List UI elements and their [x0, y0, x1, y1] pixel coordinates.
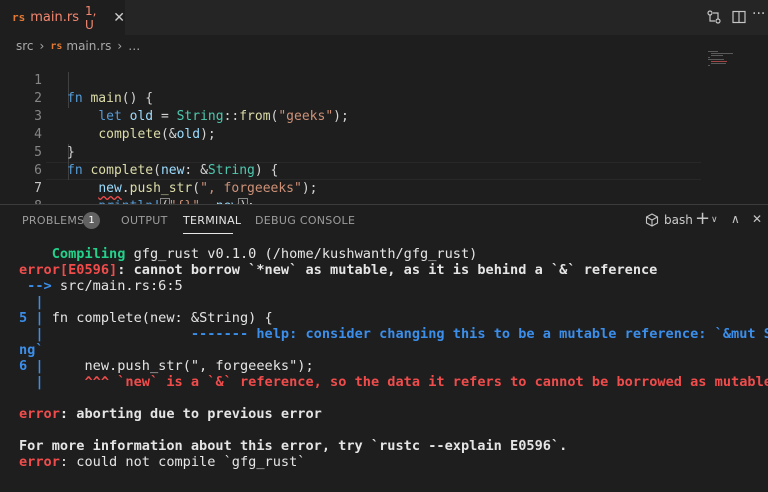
terminal-icon	[645, 213, 659, 227]
chevron-right-icon: ›	[117, 39, 123, 53]
terminal-line: Compiling gfg_rust v0.1.0 (/home/kushwan…	[51, 246, 478, 262]
code-line: 5 fn complete(new: &String) {	[0, 126, 700, 178]
active-tab-indicator	[183, 233, 233, 234]
code-line: 2 let old = String::from("geeks");	[0, 72, 700, 124]
terminal-line: 5 | fn complete(new: &String) {	[19, 310, 273, 326]
terminal-line: error[E0596]: cannot borrow `*new` as mu…	[19, 262, 658, 278]
tab-terminal[interactable]: TERMINAL	[183, 214, 241, 228]
tab-output[interactable]: OUTPUT	[121, 214, 168, 228]
problems-count-badge: 1	[83, 212, 100, 229]
terminal-line: 6 | new.push_str(", forgeeeks");	[19, 358, 314, 374]
breadcrumb-folder[interactable]: src	[16, 39, 34, 53]
terminal-shell-name[interactable]: bash	[664, 213, 693, 227]
breadcrumb-file[interactable]: main.rs	[66, 39, 111, 53]
terminal-line: For more information about this error, t…	[19, 438, 568, 454]
terminal-line: | ^^^ `new` is a `&` reference, so the d…	[19, 374, 768, 390]
terminal-line: ng`	[19, 342, 44, 358]
rust-file-icon: rs	[50, 40, 63, 52]
close-panel-icon[interactable]: ✕	[752, 212, 762, 226]
minimap[interactable]	[705, 50, 745, 70]
maximize-panel-icon[interactable]: ∧	[731, 212, 740, 226]
compare-changes-icon[interactable]	[706, 9, 722, 25]
breadcrumb-symbol[interactable]: …	[128, 39, 140, 53]
code-line: 7 println!("{}", new);	[0, 162, 700, 215]
chevron-right-icon: ›	[39, 39, 45, 53]
tab-problems[interactable]: PROBLEMS	[22, 214, 84, 228]
more-actions-icon[interactable]: ···	[752, 6, 765, 22]
tab-status: 1, U	[84, 3, 97, 32]
code-line: 4 }	[0, 108, 700, 160]
tab-main-rs[interactable]: rs main.rs 1, U ✕	[0, 0, 125, 35]
tab-filename: main.rs	[30, 10, 79, 25]
code-line: 1 fn main() {	[0, 54, 700, 106]
terminal-line: | ------- help: consider changing this t…	[19, 326, 768, 342]
terminal-line: error: could not compile `gfg_rust`	[19, 454, 306, 470]
close-tab-icon[interactable]: ✕	[113, 10, 125, 26]
tab-debug-console[interactable]: DEBUG CONSOLE	[255, 214, 355, 228]
rust-file-icon: rs	[12, 11, 26, 24]
new-terminal-icon[interactable]: +	[695, 208, 710, 229]
code-editor[interactable]: 1 fn main() { 2 let old = String::from("…	[0, 54, 701, 232]
terminal-line: |	[19, 294, 44, 310]
code-line: 8 }	[0, 180, 700, 232]
code-line: 6 new.push_str(", forgeeeks");	[0, 144, 700, 196]
code-line: 3 complete(&old);	[0, 90, 700, 142]
chevron-down-icon[interactable]: ∨	[711, 215, 718, 225]
terminal-line: --> src/main.rs:6:5	[19, 278, 183, 294]
terminal-line: error: aborting due to previous error	[19, 406, 322, 422]
split-editor-icon[interactable]	[731, 9, 747, 25]
breadcrumb: src › rs main.rs › …	[16, 37, 140, 55]
